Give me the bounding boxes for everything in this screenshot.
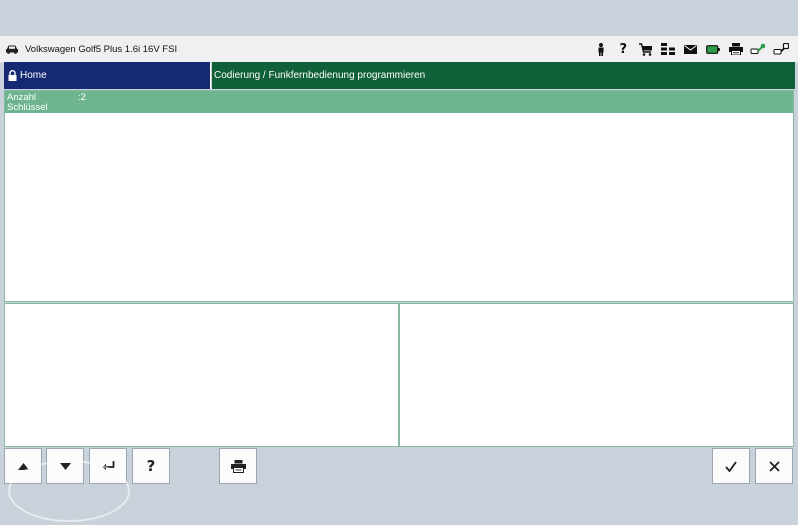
top-band	[0, 0, 798, 36]
connection-icon[interactable]	[747, 40, 770, 58]
cart-icon[interactable]	[635, 40, 658, 58]
home-tab[interactable]: Home	[4, 62, 211, 89]
printer-icon[interactable]	[725, 40, 748, 58]
lower-right-panel	[399, 303, 794, 447]
breadcrumb-label: Codierung / Funkfernbedienung programmie…	[214, 70, 426, 81]
checkmark-icon	[725, 460, 737, 472]
watermark-logo	[8, 460, 130, 522]
help-icon[interactable]: ?	[612, 40, 635, 58]
battery-icon[interactable]	[702, 40, 725, 58]
breadcrumb: Codierung / Funkfernbedienung programmie…	[212, 62, 795, 89]
app-header: Volkswagen Golf5 Plus 1.6i 16V FSI ?	[0, 36, 798, 63]
hierarchy-icon[interactable]	[657, 40, 680, 58]
help-button[interactable]: ?	[132, 448, 170, 484]
vehicle-title: Volkswagen Golf5 Plus 1.6i 16V FSI	[25, 44, 178, 55]
print-button[interactable]	[219, 448, 257, 484]
car-icon	[6, 45, 18, 54]
printer-icon	[230, 459, 246, 473]
lock-icon	[8, 70, 17, 81]
key-count-value: :2	[78, 92, 86, 103]
diagnostic-tool-icon[interactable]	[770, 40, 793, 58]
header-toolbar: ?	[590, 40, 793, 58]
confirm-button[interactable]	[712, 448, 750, 484]
key-count-bar: Anzahl Schlüssel :2	[5, 91, 793, 113]
key-count-label-line2: Schlüssel	[7, 102, 48, 113]
cancel-button[interactable]	[755, 448, 793, 484]
help-button-label: ?	[146, 457, 156, 475]
person-icon[interactable]	[590, 40, 613, 58]
main-panel: Anzahl Schlüssel :2	[4, 90, 794, 302]
home-label: Home	[20, 70, 47, 81]
mail-icon[interactable]	[680, 40, 703, 58]
close-icon	[768, 460, 780, 472]
lower-left-panel	[4, 303, 399, 447]
